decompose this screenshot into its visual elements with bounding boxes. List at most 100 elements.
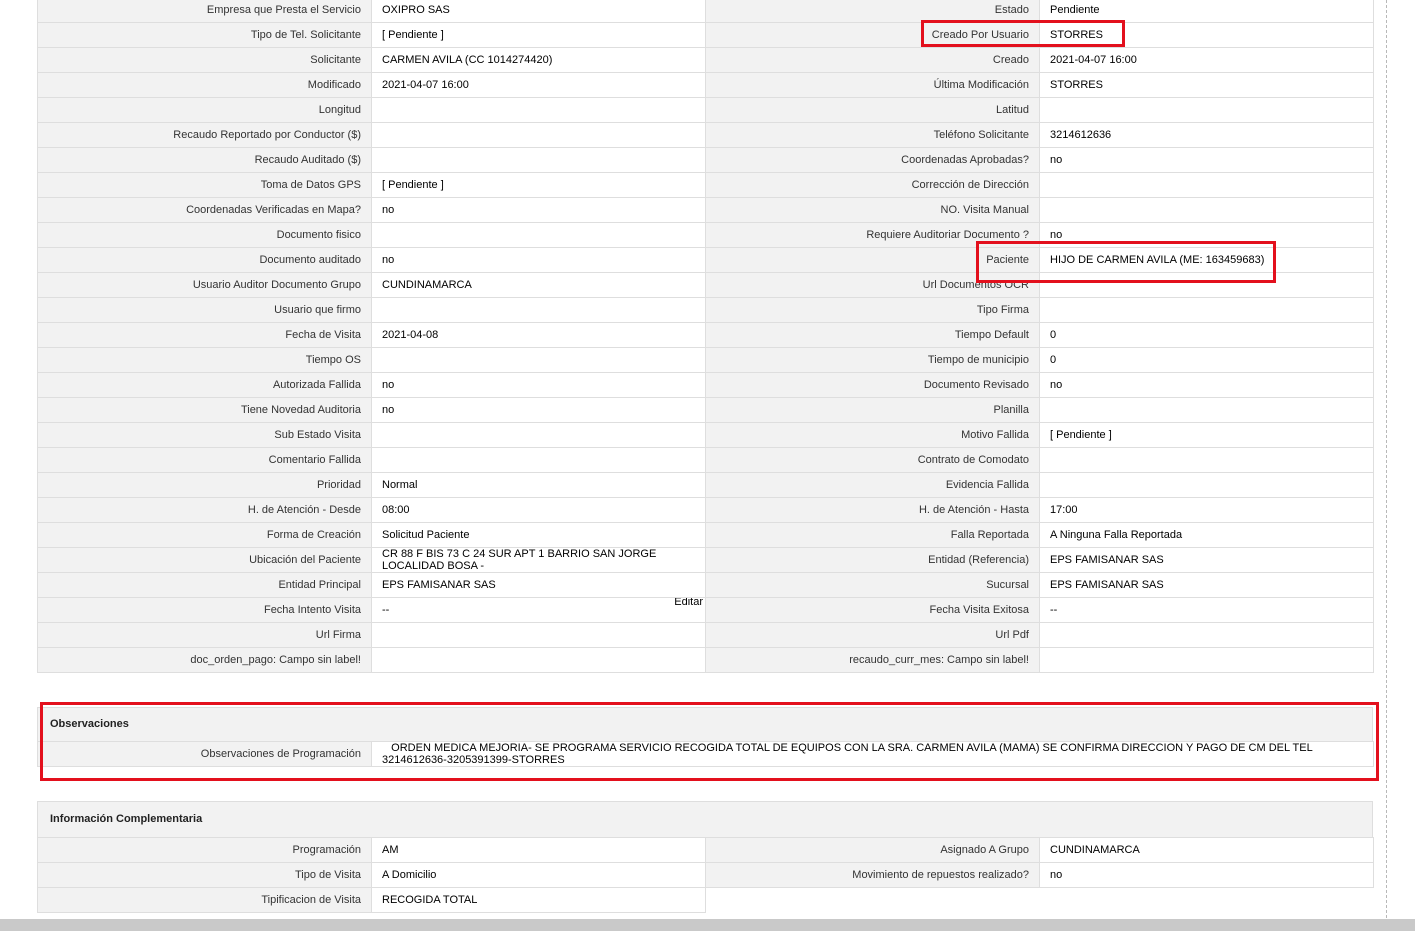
tiempo-os-label: Tiempo OS <box>37 347 372 373</box>
comp_bind-row: Programación AM Asignado A Grupo CUNDINAMAR… <box>37 837 1374 863</box>
empresa-que-presta-el-servicio-value: OXIPRO SAS <box>371 0 706 23</box>
recaudo-auditado-label: Recaudo Auditado ($) <box>37 147 372 173</box>
longitud-label: Longitud <box>37 97 372 123</box>
creado-por-usuario-label: Creado Por Usuario <box>705 22 1040 48</box>
modificado-label: Modificado <box>37 72 372 98</box>
comentario-fallida-label: Comentario Fallida <box>37 447 372 473</box>
tipificacion-de-visita-value: RECOGIDA TOTAL <box>371 887 706 913</box>
main_bind-row: Documento fisico Requiere Auditoriar Docu… <box>37 222 1374 248</box>
observaciones-row: Observaciones de Programación ORDEN MEDI… <box>37 741 1374 767</box>
coordenadas-aprobadas-value: no <box>1039 147 1374 173</box>
ubicacion-del-paciente-value: CR 88 F BIS 73 C 24 SUR APT 1 BARRIO SAN… <box>371 547 706 573</box>
complementaria-table: Programación AM Asignado A Grupo CUNDINAMAR… <box>37 837 1374 913</box>
falla-reportada-label: Falla Reportada <box>705 522 1040 548</box>
main_bind-row: Recaudo Reportado por Conductor ($) Teléf… <box>37 122 1374 148</box>
modificado-value: 2021-04-07 16:00 <box>371 72 706 98</box>
documento-fisico-label: Documento fisico <box>37 222 372 248</box>
main_bind-row: Tiene Novedad Auditoria no Planilla <box>37 397 1374 423</box>
observaciones-table: Observaciones de Programación ORDEN MEDI… <box>37 741 1374 767</box>
prioridad-value: Normal <box>371 472 706 498</box>
creado-label: Creado <box>705 47 1040 73</box>
main_bind-row: doc_orden_pago: Campo sin label! recaudo_… <box>37 647 1374 673</box>
comp_bind-row: Tipificacion de Visita RECOGIDA TOTAL <box>37 887 1374 913</box>
observaciones-title: Observaciones <box>50 718 129 730</box>
entidad-referencia-label: Entidad (Referencia) <box>705 547 1040 573</box>
no-visita-manual-value <box>1039 197 1374 223</box>
main_bind-row: H. de Atención - Desde 08:00 H. de Atenció… <box>37 497 1374 523</box>
observaciones-label: Observaciones de Programación <box>37 741 372 767</box>
requiere-auditoriar-documento-label: Requiere Auditoriar Documento ? <box>705 222 1040 248</box>
editar-link[interactable]: Editar <box>674 599 703 609</box>
tipo-de-visita-value: A Domicilio <box>371 862 706 888</box>
tiempo-de-municipio-label: Tiempo de municipio <box>705 347 1040 373</box>
asignado-a-grupo-label: Asignado A Grupo <box>705 837 1040 863</box>
fecha-intento-visita-label: Fecha Intento Visita <box>37 597 372 623</box>
sucursal-label: Sucursal <box>705 572 1040 598</box>
movimiento-de-repuestos-realizado-value: no <box>1039 862 1374 888</box>
tipo-de-visita-label: Tipo de Visita <box>37 862 372 888</box>
correccion-de-direccion-value <box>1039 172 1374 198</box>
fecha-de-visita-value: 2021-04-08 <box>371 322 706 348</box>
main_bind-row: Entidad Principal EPS FAMISANAR SAS Sucurs… <box>37 572 1374 598</box>
toma-de-datos-gps-label: Toma de Datos GPS <box>37 172 372 198</box>
main_bind-row: Sub Estado Visita Motivo Fallida[ Pendien… <box>37 422 1374 448</box>
ultima-modificacion-label: Última Modificación <box>705 72 1040 98</box>
forma-de-creacion-value: Solicitud Paciente <box>371 522 706 548</box>
fecha-de-visita-label: Fecha de Visita <box>37 322 372 348</box>
complementaria-header <box>37 801 1373 838</box>
latitud-value <box>1039 97 1374 123</box>
tiene-novedad-auditoria-value: no <box>371 397 706 423</box>
documento-auditado-label: Documento auditado <box>37 247 372 273</box>
tipo-firma-label: Tipo Firma <box>705 297 1040 323</box>
telefono-solicitante-label: Teléfono Solicitante <box>705 122 1040 148</box>
evidencia-fallida-label: Evidencia Fallida <box>705 472 1040 498</box>
doc-orden-pago-campo-sin-label-value <box>371 647 706 673</box>
movimiento-de-repuestos-realizado-label: Movimiento de repuestos realizado? <box>705 862 1040 888</box>
requiere-auditoriar-documento-value: no <box>1039 222 1374 248</box>
url-firma-label: Url Firma <box>37 622 372 648</box>
main_bind-row: Url Firma Url Pdf <box>37 622 1374 648</box>
documento-fisico-value <box>371 222 706 248</box>
h-de-atencion-hasta-label: H. de Atención - Hasta <box>705 497 1040 523</box>
comentario-fallida-value <box>371 447 706 473</box>
estado-value: Pendiente <box>1039 0 1374 23</box>
tiempo-default-label: Tiempo Default <box>705 322 1040 348</box>
main_bind-row: Tiempo OS Tiempo de municipio 0 <box>37 347 1374 373</box>
url-documentos-ocr-label: Url Documentos OCR <box>705 272 1040 298</box>
h-de-atencion-hasta-value: 17:00 <box>1039 497 1374 523</box>
main_bind-row: Toma de Datos GPS[ Pendiente ] Corrección… <box>37 172 1374 198</box>
tipo-de-tel-solicitante-label: Tipo de Tel. Solicitante <box>37 22 372 48</box>
prioridad-label: Prioridad <box>37 472 372 498</box>
url-pdf-value <box>1039 622 1374 648</box>
window-bottom-bar <box>0 919 1415 931</box>
sucursal-value: EPS FAMISANAR SAS <box>1039 572 1374 598</box>
documento-revisado-value: no <box>1039 372 1374 398</box>
usuario-que-firmo-label: Usuario que firmo <box>37 297 372 323</box>
fecha-intento-visita-text: -- <box>382 604 390 616</box>
url-documentos-ocr-value <box>1039 272 1374 298</box>
contrato-de-comodato-label: Contrato de Comodato <box>705 447 1040 473</box>
tipificacion-de-visita-label: Tipificacion de Visita <box>37 887 372 913</box>
tiempo-default-value: 0 <box>1039 322 1374 348</box>
main_bind-row: Empresa que Presta el Servicio OXIPRO SAS… <box>37 0 1374 23</box>
tipo-firma-value <box>1039 297 1374 323</box>
recaudo-reportado-por-conductor-label: Recaudo Reportado por Conductor ($) <box>37 122 372 148</box>
asignado-a-grupo-value: CUNDINAMARCA <box>1039 837 1374 863</box>
motivo-fallida-value: [ Pendiente ] <box>1039 422 1374 448</box>
recaudo-curr-mes-campo-sin-label-label: recaudo_curr_mes: Campo sin label! <box>705 647 1040 673</box>
main_bind-row: Usuario Auditor Documento Grupo CUNDINAMA… <box>37 272 1374 298</box>
estado-label: Estado <box>705 0 1040 23</box>
usuario-que-firmo-value <box>371 297 706 323</box>
main_bind-row: Prioridad Normal Evidencia Fallida <box>37 472 1374 498</box>
ultima-modificacion-value: STORRES <box>1039 72 1374 98</box>
motivo-fallida-label: Motivo Fallida <box>705 422 1040 448</box>
page-border-dashed <box>1386 0 1387 918</box>
observaciones-value: ORDEN MEDICA MEJORIA- SE PROGRAMA SERVIC… <box>371 741 1374 767</box>
tiempo-os-value <box>371 347 706 373</box>
observaciones-header <box>37 707 1373 742</box>
coordenadas-aprobadas-label: Coordenadas Aprobadas? <box>705 147 1040 173</box>
main_bind-row: Fecha de Visita 2021-04-08 Tiempo Default… <box>37 322 1374 348</box>
programacion-value: AM <box>371 837 706 863</box>
latitud-label: Latitud <box>705 97 1040 123</box>
main_bind-row: Ubicación del Paciente CR 88 F BIS 73 C 2… <box>37 547 1374 573</box>
